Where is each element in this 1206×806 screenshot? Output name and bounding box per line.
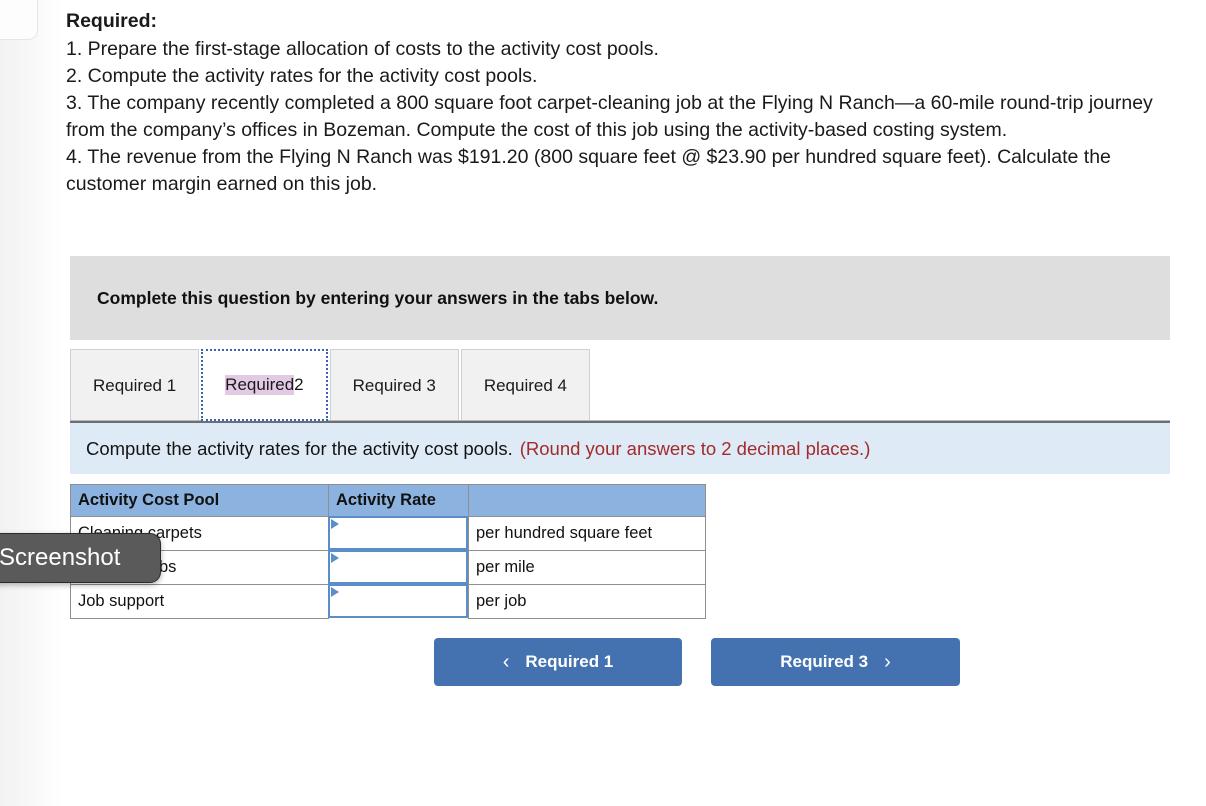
- activity-rate-table: Activity Cost Pool Activity Rate Cleanin…: [70, 484, 706, 619]
- instructions-banner-text: Complete this question by entering your …: [97, 287, 659, 308]
- page-root: Required: 1. Prepare the first-stage all…: [0, 0, 1206, 806]
- row-1-rate-cell[interactable]: [328, 550, 469, 585]
- task-instruction-bar: Compute the activity rates for the activ…: [70, 421, 1170, 474]
- screenshot-tooltip[interactable]: Screenshot: [0, 533, 161, 583]
- tab-required-1[interactable]: Required 1: [70, 349, 200, 421]
- task-instruction-note: (Round your answers to 2 decimal places.…: [519, 437, 871, 459]
- required-prose: Required: 1. Prepare the first-stage all…: [66, 8, 1162, 198]
- tab-required-2-label-rest: 2: [294, 375, 304, 394]
- chevron-left-icon: ‹: [502, 651, 510, 673]
- header-activity-cost-pool: Activity Cost Pool: [70, 484, 329, 517]
- table-body: Cleaning carpets per hundred square feet…: [70, 516, 706, 619]
- tab-required-2-label-selected: Required: [225, 375, 295, 395]
- row-1-rate-input[interactable]: [328, 550, 468, 584]
- row-2-pool: Job support: [70, 584, 329, 619]
- row-1-unit: per mile: [468, 550, 706, 585]
- tab-required-4-label: Required 4: [483, 375, 567, 395]
- task-instruction-text: Compute the activity rates for the activ…: [86, 437, 513, 459]
- question-content: Required: 1. Prepare the first-stage all…: [0, 0, 1206, 806]
- tab-required-3[interactable]: Required 3: [329, 349, 459, 421]
- row-0-rate-cell[interactable]: [328, 516, 469, 551]
- next-required-label: Required 3: [780, 652, 869, 671]
- previous-required-button[interactable]: ‹ Required 1: [434, 638, 682, 686]
- row-2-rate-input[interactable]: [328, 584, 468, 618]
- tab-required-1-label: Required 1: [93, 375, 177, 395]
- chevron-right-icon: ›: [884, 651, 891, 673]
- previous-required-label: Required 1: [525, 652, 614, 671]
- required-item-1: 1. Prepare the first-stage allocation of…: [66, 38, 659, 60]
- table-row: Travel to jobs per mile: [70, 550, 706, 585]
- required-heading: Required:: [66, 10, 158, 32]
- header-unit: [468, 484, 706, 517]
- tab-navigation: ‹ Required 1 Required 3 ›: [434, 638, 964, 686]
- table-head: Activity Cost Pool Activity Rate: [70, 484, 706, 517]
- table-row: Cleaning carpets per hundred square feet: [70, 516, 706, 551]
- required-item-4: 4. The revenue from the Flying N Ranch w…: [66, 146, 1111, 195]
- instructions-banner: Complete this question by entering your …: [70, 256, 1170, 340]
- required-item-3: 3. The company recently completed a 800 …: [66, 92, 1153, 141]
- table-header-row: Activity Cost Pool Activity Rate: [70, 484, 706, 517]
- tab-required-3-label: Required 3: [352, 375, 436, 395]
- screenshot-tooltip-label: Screenshot: [0, 544, 121, 571]
- header-activity-rate: Activity Rate: [328, 484, 469, 517]
- required-item-2: 2. Compute the activity rates for the ac…: [66, 65, 538, 87]
- row-0-rate-input[interactable]: [328, 516, 468, 551]
- row-2-rate-cell[interactable]: [328, 584, 469, 619]
- next-required-button[interactable]: Required 3 ›: [711, 638, 960, 686]
- row-2-unit: per job: [468, 584, 706, 619]
- cell-marker-icon: [331, 519, 339, 530]
- cell-marker-icon: [331, 553, 339, 563]
- requirement-tabs: Required 1 Required 2 Required 3 Require…: [70, 349, 1170, 421]
- cell-marker-icon: [331, 587, 339, 597]
- tab-required-2[interactable]: Required 2: [201, 349, 328, 421]
- row-0-unit: per hundred square feet: [468, 516, 706, 551]
- tab-required-4[interactable]: Required 4: [460, 349, 590, 421]
- table-row: Job support per job: [70, 584, 706, 619]
